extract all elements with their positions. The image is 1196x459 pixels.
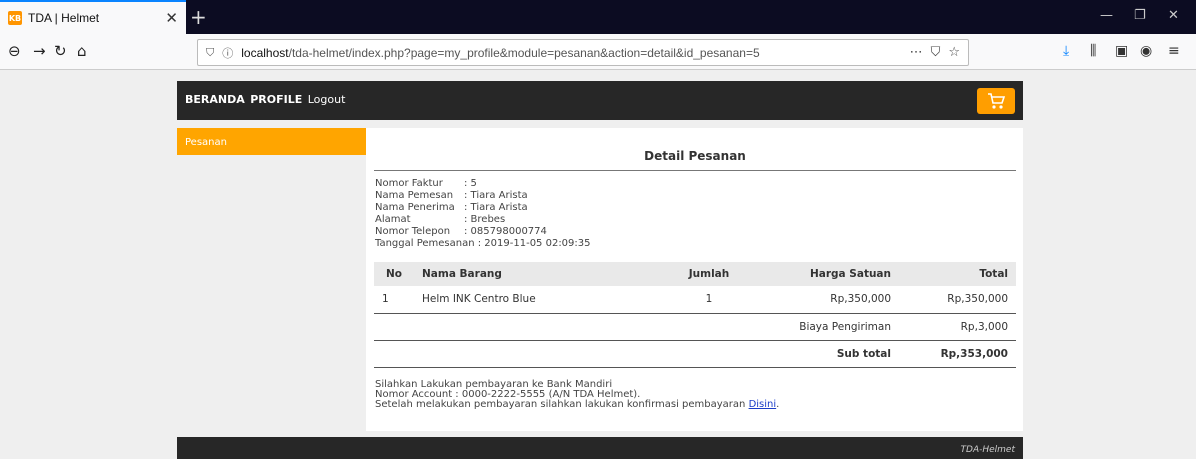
col-jumlah-header: Jumlah	[654, 262, 764, 286]
back-icon[interactable]: ⊖	[8, 42, 21, 60]
col-no-header: No	[374, 262, 414, 286]
cart-button[interactable]	[977, 88, 1015, 114]
site-favicon-icon: KB	[8, 11, 22, 25]
tracking-shield-icon[interactable]: ⛉	[206, 46, 214, 60]
new-tab-icon[interactable]: +	[190, 5, 207, 29]
info-row: Nama Penerima : Tiara Arista	[375, 202, 591, 214]
nav-beranda-link[interactable]: BERANDA	[185, 93, 245, 106]
col-total-header: Total	[899, 262, 1016, 286]
col-nama-header: Nama Barang	[414, 262, 654, 286]
table-header-row: No Nama Barang Jumlah Harga Satuan Total	[374, 262, 1016, 286]
url-text[interactable]: localhost/tda-helmet/index.php?page=my_p…	[241, 46, 901, 60]
bookmark-star-icon[interactable]: ☆	[948, 45, 960, 60]
order-items-table: No Nama Barang Jumlah Harga Satuan Total…	[374, 262, 1016, 368]
url-path: /tda-helmet/index.php?page=my_profile&mo…	[288, 45, 760, 60]
cell-no: 1	[374, 286, 414, 314]
cell-jumlah: 1	[654, 286, 764, 314]
info-value: : Brebes	[464, 214, 506, 225]
url-bar[interactable]: ⛉ ⓘ localhost/tda-helmet/index.php?page=…	[197, 39, 969, 66]
minimize-icon[interactable]: —	[1100, 8, 1113, 23]
sidebar-toggle-icon[interactable]: ▣	[1115, 43, 1128, 59]
cart-icon	[988, 93, 1006, 109]
confirm-payment-link[interactable]: Disini	[749, 399, 777, 410]
nav-logout-link[interactable]: Logout	[308, 93, 346, 106]
info-row: Tanggal Pemesanan : 2019-11-05 02:09:35	[375, 238, 591, 250]
payment-confirm-text: Setelah melakukan pembayaran silahkan la…	[375, 399, 746, 410]
pocket-icon[interactable]: ⛉	[931, 45, 941, 60]
shipping-value: Rp,3,000	[899, 313, 1016, 341]
page-title: Detail Pesanan	[374, 140, 1016, 171]
browser-tab[interactable]: KB TDA | Helmet ✕	[0, 0, 186, 34]
browser-nav-bar: ⊖ → ↻ ⌂ ⛉ ⓘ localhost/tda-helmet/index.p…	[0, 34, 1196, 70]
tab-title: TDA | Helmet	[28, 11, 100, 25]
info-value: : 5	[464, 178, 477, 189]
info-label: Tanggal Pemesanan	[375, 238, 475, 249]
cell-total: Rp,350,000	[899, 286, 1016, 314]
extension-icon[interactable]: ◉	[1140, 43, 1152, 59]
menu-icon[interactable]: ≡	[1168, 43, 1180, 59]
subtotal-value: Rp,353,000	[899, 340, 1016, 368]
order-detail-card: Detail Pesanan Nomor Faktur : 5 Nama Peme…	[366, 128, 1023, 431]
subtotal-row: Sub total Rp,353,000	[374, 340, 1016, 368]
info-row: Nomor Faktur : 5	[375, 178, 591, 190]
info-row: Nama Pemesan : Tiara Arista	[375, 190, 591, 202]
restore-icon[interactable]: ❐	[1134, 8, 1146, 23]
info-value: : Tiara Arista	[464, 190, 528, 201]
info-label: Nama Penerima	[375, 202, 455, 213]
site-info-icon[interactable]: ⓘ	[222, 45, 233, 61]
shipping-label: Biaya Pengiriman	[764, 313, 899, 341]
info-row: Alamat : Brebes	[375, 214, 591, 226]
payment-suffix: .	[776, 399, 780, 410]
cell-harga: Rp,350,000	[764, 286, 899, 314]
browser-tab-bar: KB TDA | Helmet ✕ + — ❐ ✕	[0, 0, 1196, 34]
close-tab-icon[interactable]: ✕	[165, 9, 178, 27]
info-label: Nomor Faktur	[375, 178, 443, 189]
info-value: : 085798000774	[464, 226, 547, 237]
site-navbar: BERANDA PROFILE Logout	[177, 81, 1023, 120]
library-icon[interactable]: ⫼	[1090, 43, 1096, 59]
order-info: Nomor Faktur : 5 Nama Pemesan : Tiara Aris…	[375, 178, 591, 250]
reload-icon[interactable]: ↻	[54, 42, 67, 60]
col-harga-header: Harga Satuan	[764, 262, 899, 286]
site-footer: TDA-Helmet	[177, 437, 1023, 459]
table-row: 1 Helm INK Centro Blue 1 Rp,350,000 Rp,3…	[374, 286, 1016, 314]
window-close-icon[interactable]: ✕	[1168, 8, 1179, 23]
footer-text: TDA-Helmet	[960, 445, 1015, 455]
home-icon[interactable]: ⌂	[77, 42, 87, 60]
info-value: : Tiara Arista	[464, 202, 528, 213]
sidebar-item-pesanan[interactable]: Pesanan	[177, 128, 366, 155]
info-row: Nomor Telepon : 085798000774	[375, 226, 591, 238]
forward-icon[interactable]: →	[33, 42, 46, 60]
page-actions-icon[interactable]: ⋯	[910, 45, 923, 60]
subtotal-label: Sub total	[764, 340, 899, 368]
info-label: Nomor Telepon	[375, 226, 451, 237]
nav-profile-link[interactable]: PROFILE	[250, 93, 302, 106]
download-icon[interactable]: ⤓	[1063, 43, 1069, 59]
info-label: Nama Pemesan	[375, 190, 454, 201]
shipping-row: Biaya Pengiriman Rp,3,000	[374, 313, 1016, 341]
info-value: : 2019-11-05 02:09:35	[477, 238, 591, 249]
cell-nama: Helm INK Centro Blue	[414, 286, 654, 314]
info-label: Alamat	[375, 214, 411, 225]
url-host: localhost	[241, 45, 289, 60]
payment-instructions: Silahkan Lakukan pembayaran ke Bank Mand…	[375, 380, 779, 410]
payment-line-confirm: Setelah melakukan pembayaran silahkan la…	[375, 400, 779, 410]
